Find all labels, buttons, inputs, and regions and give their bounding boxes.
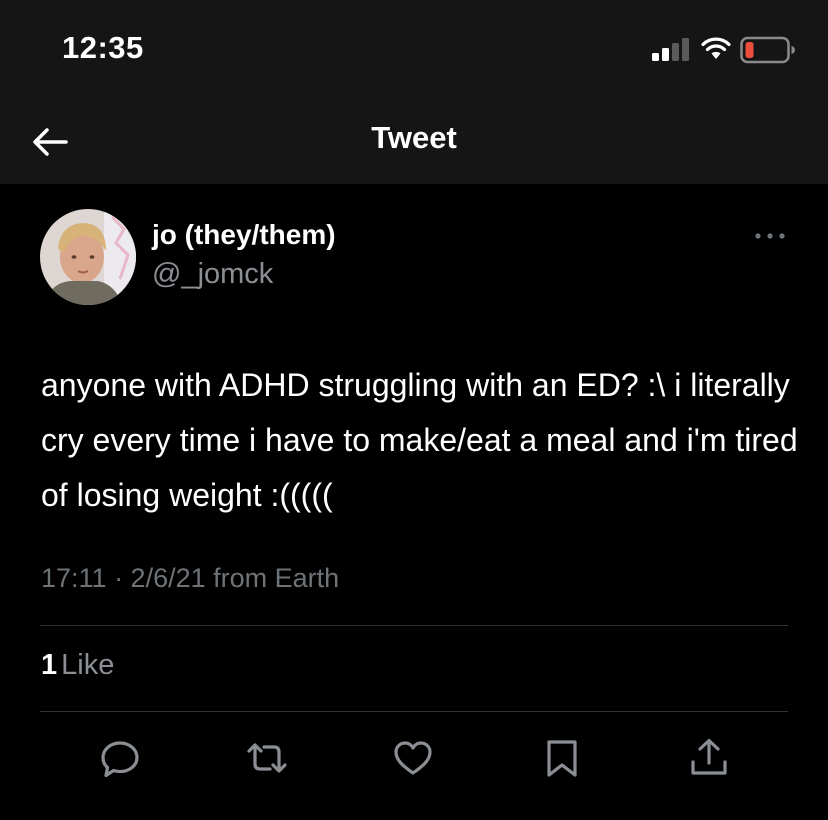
likes-label: Like [61, 649, 115, 681]
author-handle[interactable]: @_jomck [152, 258, 273, 291]
status-bar: 12:35 [0, 0, 828, 100]
status-time: 12:35 [62, 30, 144, 65]
page-title: Tweet [371, 120, 457, 155]
tweet-timestamp-source: 17:11 · 2/6/21 from Earth [41, 563, 340, 593]
cellular-signal-icon [652, 38, 692, 62]
reply-icon[interactable] [98, 736, 142, 780]
likes-count: 1 [41, 649, 58, 681]
more-options-icon[interactable] [750, 222, 790, 250]
navigation-header: Tweet [0, 100, 828, 184]
wifi-icon [701, 37, 731, 61]
avatar[interactable] [40, 209, 136, 305]
likes-count-link[interactable]: 1 Like [41, 649, 114, 682]
share-icon[interactable] [687, 736, 731, 780]
battery-low-icon [740, 36, 796, 64]
divider [40, 711, 788, 712]
heart-icon[interactable] [391, 736, 435, 780]
tweet-text: anyone with ADHD struggling with an ED? … [41, 367, 798, 513]
author-display-name[interactable]: jo (they/them) [152, 219, 336, 251]
retweet-icon[interactable] [245, 736, 289, 780]
divider [40, 625, 788, 626]
bookmark-icon[interactable] [540, 736, 584, 780]
